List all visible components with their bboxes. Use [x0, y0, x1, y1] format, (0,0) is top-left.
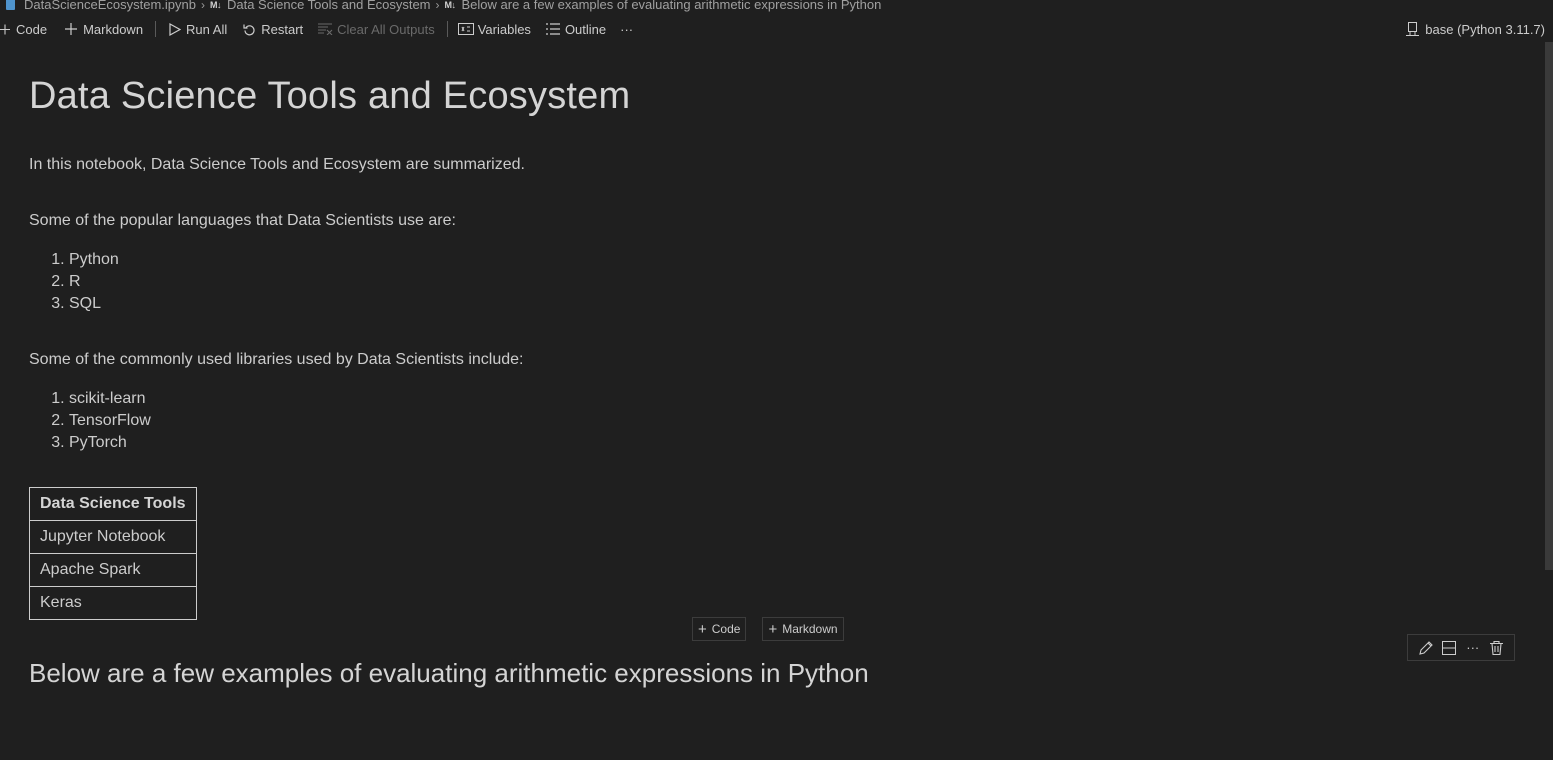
kernel-label: base (Python 3.11.7)	[1425, 21, 1545, 37]
table-row: Keras	[29, 586, 197, 620]
list-item: TensorFlow	[69, 410, 1509, 432]
languages-list: Python R SQL	[29, 249, 1509, 315]
breadcrumb-cell-title[interactable]: Data Science Tools and Ecosystem	[227, 0, 431, 12]
list-item: R	[69, 271, 1509, 293]
insert-code-label: Code	[711, 622, 741, 636]
kernel-icon	[1405, 21, 1421, 37]
trash-icon	[1489, 640, 1503, 655]
add-code-button[interactable]: Code	[0, 18, 55, 40]
cell-toolbar: ···	[1407, 634, 1515, 661]
markdown-icon: M↓	[209, 0, 222, 10]
restart-button[interactable]: Restart	[241, 18, 311, 40]
breadcrumb-file[interactable]: DataScienceEcosystem.ipynb	[0, 0, 196, 12]
chevron-right-icon: ›	[435, 0, 440, 12]
table-cell: Apache Spark	[29, 553, 197, 587]
intro-text: In this notebook, Data Science Tools and…	[29, 156, 525, 173]
table-header-cell: Data Science Tools	[29, 487, 197, 521]
delete-cell-button[interactable]	[1487, 639, 1505, 657]
add-code-label: Code	[16, 21, 48, 37]
toolbar-divider	[155, 21, 157, 37]
variables-button[interactable]: Variables	[457, 18, 539, 40]
plus-icon: +	[698, 620, 707, 638]
more-icon: ···	[1466, 640, 1480, 655]
restart-icon	[241, 21, 257, 37]
clear-all-outputs-button[interactable]: Clear All Outputs	[317, 18, 443, 40]
more-icon: ···	[620, 21, 634, 37]
split-cell-icon	[1442, 640, 1457, 655]
notebook-file-icon	[6, 0, 16, 11]
markdown-cell[interactable]: Data Science Tools and Ecosystem In this…	[29, 72, 1509, 620]
run-all-label: Run All	[186, 21, 228, 37]
split-cell-button[interactable]	[1440, 639, 1458, 657]
markdown-icon: M↓	[444, 0, 457, 10]
plus-icon	[63, 21, 79, 37]
variables-icon	[457, 21, 474, 37]
notebook-title: Data Science Tools and Ecosystem	[29, 75, 631, 117]
scrollbar-thumb[interactable]	[1545, 42, 1553, 570]
more-actions-button[interactable]: ···	[620, 18, 641, 40]
toolbar-divider	[446, 21, 448, 37]
add-markdown-button[interactable]: Markdown	[63, 18, 151, 40]
outline-icon	[545, 21, 561, 37]
table-header-row: Data Science Tools	[29, 487, 197, 521]
libraries-list: scikit-learn TensorFlow PyTorch	[29, 388, 1509, 454]
plus-icon: +	[768, 620, 778, 638]
edit-cell-button[interactable]	[1417, 639, 1435, 657]
list-item: SQL	[69, 293, 1509, 315]
play-icon	[166, 21, 182, 37]
plus-icon	[0, 21, 10, 37]
add-cell-bar: + Code + Markdown	[692, 617, 844, 641]
list-item: PyTorch	[69, 432, 1509, 454]
libraries-intro: Some of the commonly used libraries used…	[29, 351, 524, 368]
breadcrumb-file-label[interactable]: DataScienceEcosystem.ipynb	[24, 0, 196, 12]
breadcrumb: DataScienceEcosystem.ipynb › M↓ Data Sci…	[0, 0, 881, 14]
add-markdown-label: Markdown	[83, 21, 144, 37]
clear-all-outputs-label: Clear All Outputs	[337, 21, 435, 37]
variables-label: Variables	[477, 21, 531, 37]
insert-markdown-cell-button[interactable]: + Markdown	[762, 617, 844, 641]
table-row: Jupyter Notebook	[29, 520, 197, 554]
run-all-button[interactable]: Run All	[166, 18, 235, 40]
restart-label: Restart	[261, 21, 304, 37]
clear-outputs-icon	[317, 21, 333, 37]
notebook-toolbar: Code Markdown Run All Restart Clear All …	[0, 18, 1553, 40]
table-cell: Jupyter Notebook	[29, 520, 197, 554]
cell-subheading[interactable]: Below are a few examples of evaluating a…	[29, 656, 869, 690]
table-row: Apache Spark	[29, 553, 197, 587]
table-cell: Keras	[29, 586, 197, 620]
insert-markdown-label: Markdown	[782, 622, 838, 636]
outline-button[interactable]: Outline	[545, 18, 614, 40]
list-item: scikit-learn	[69, 388, 1509, 410]
outline-label: Outline	[564, 21, 607, 37]
languages-intro: Some of the popular languages that Data …	[29, 212, 456, 229]
insert-code-cell-button[interactable]: + Code	[692, 617, 747, 641]
cell-more-button[interactable]: ···	[1464, 639, 1482, 657]
tools-table: Data Science Tools Jupyter Notebook Apac…	[29, 487, 197, 620]
list-item: Python	[69, 249, 1509, 271]
pencil-icon	[1418, 640, 1433, 655]
breadcrumb-cell-subheading[interactable]: Below are a few examples of evaluating a…	[462, 0, 882, 12]
chevron-right-icon: ›	[200, 0, 205, 12]
kernel-picker[interactable]: base (Python 3.11.7)	[1405, 18, 1545, 40]
